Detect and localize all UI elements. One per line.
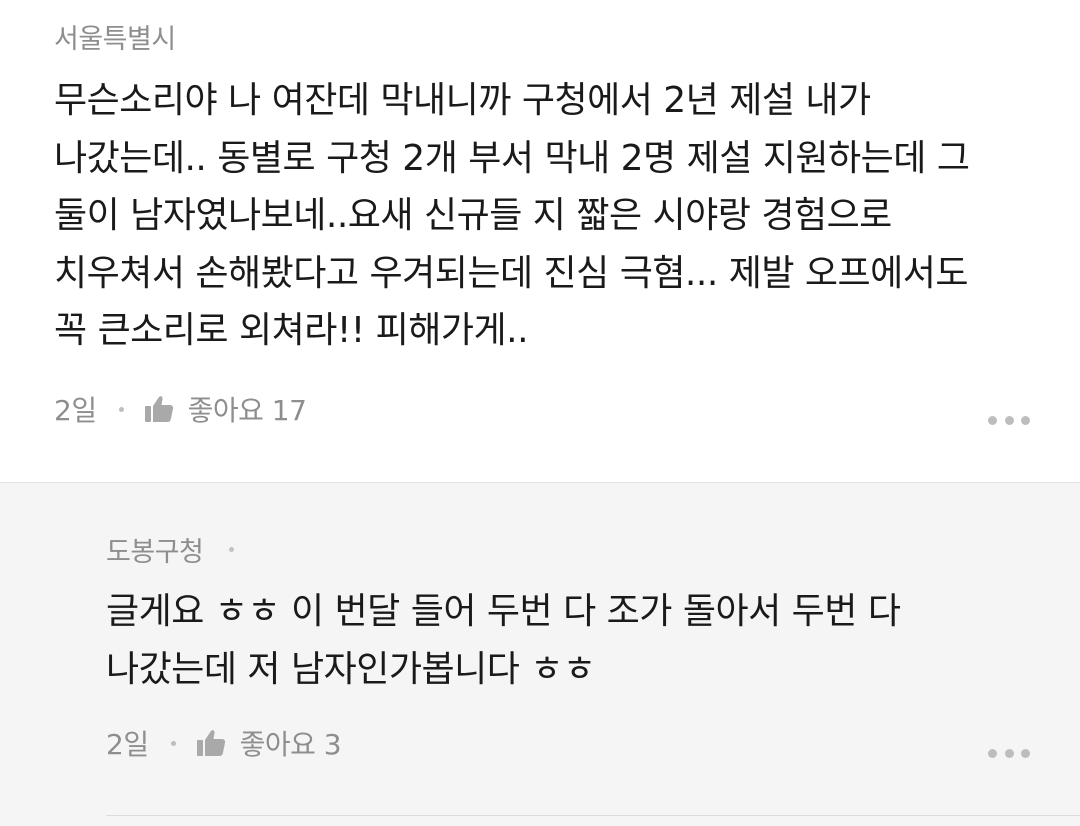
comment-line: 무슨소리야 나 여잔데 막내니까 구청에서 2년 제설 내가 [54,80,871,121]
comment-meta: 2일 좋아요 17 [54,389,307,429]
comment-author[interactable]: 서울특별시 [54,17,176,56]
more-icon [1004,748,1014,758]
reply-author[interactable]: 도봉구청 [106,530,204,569]
meta-separator [118,406,124,412]
comment-thread: 서울특별시 무슨소리야 나 여잔데 막내니까 구청에서 2년 제설 내가 나갔는… [0,0,1080,826]
more-icon [988,415,997,425]
more-icon [1021,748,1030,758]
comment-line: 치우쳐서 손해봤다고 우겨되는데 진심 극혐... 제발 오프에서도 [54,252,969,294]
more-options-button[interactable] [988,747,1030,759]
thumbs-up-icon [196,730,225,756]
comment-body: 무슨소리야 나 여잔데 막내니까 구청에서 2년 제설 내가 나갔는데.. 동별… [54,72,970,360]
meta-separator [170,740,176,746]
more-icon [988,748,997,758]
more-icon [1021,415,1030,425]
comment-line: 꼭 큰소리로 외쳐라!! 피해가게.. [54,310,529,351]
like-count: 좋아요 3 [239,728,342,761]
more-options-button[interactable] [988,414,1030,426]
more-icon [1004,415,1014,425]
reply-body: 글게요 ㅎㅎ 이 번달 들어 두번 다 조가 돌아서 두번 다 나갔는데 저 남… [106,583,901,698]
reply-line: 글게요 ㅎㅎ 이 번달 들어 두번 다 조가 돌아서 두번 다 [106,591,901,632]
comment-line: 둘이 남자였나보네..요새 신규들 지 짧은 시야랑 경험으로 [54,195,892,236]
like-count: 좋아요 17 [187,394,307,427]
author-separator [229,547,234,552]
reply-date: 2일 [106,728,149,761]
like-button[interactable]: 좋아요 3 [196,723,342,763]
comment-line: 나갔는데.. 동별로 구청 2개 부서 막내 2명 제설 지원하는데 그 [54,137,970,179]
reply-meta: 2일 좋아요 3 [106,723,342,763]
divider [106,815,1080,816]
comment-date: 2일 [54,394,97,427]
comment: 서울특별시 무슨소리야 나 여잔데 막내니까 구청에서 2년 제설 내가 나갔는… [0,0,1080,482]
thumbs-up-icon [144,396,173,422]
reply-line: 나갔는데 저 남자인가봅니다 ㅎㅎ [106,648,596,690]
like-button[interactable]: 좋아요 17 [144,389,307,429]
